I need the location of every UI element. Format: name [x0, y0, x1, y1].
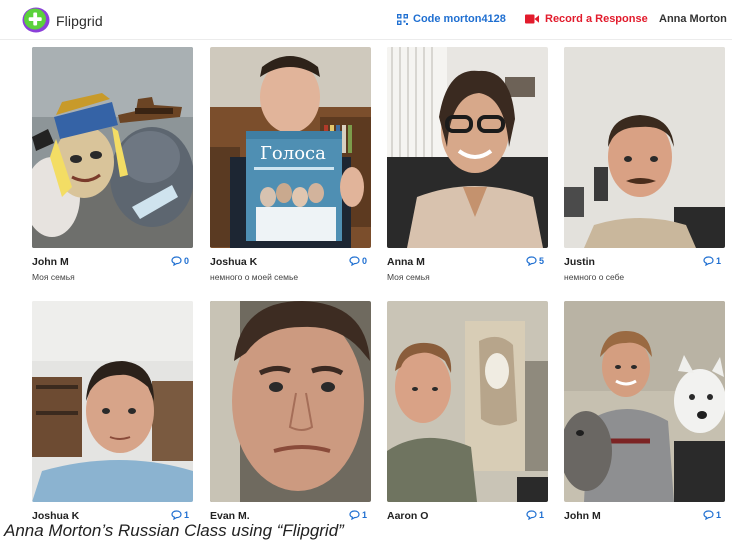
comment-count[interactable]: 1 [526, 510, 544, 520]
comment-icon [171, 256, 182, 266]
comment-count[interactable]: 0 [171, 256, 189, 266]
video-thumbnail[interactable] [387, 301, 548, 502]
flipgrid-logo-icon[interactable] [22, 7, 50, 33]
comment-count-value: 1 [715, 256, 721, 266]
comment-count-value: 1 [715, 510, 721, 520]
tile-subtitle: немного о моей семье [210, 272, 299, 282]
comment-count[interactable]: 0 [349, 256, 367, 266]
comment-count[interactable]: 1 [703, 510, 721, 520]
code-button[interactable]: Code morton4128 [397, 13, 506, 25]
comment-count-value: 5 [538, 256, 544, 266]
qr-code-icon [397, 13, 408, 25]
book-title: Голоса [260, 143, 326, 164]
video-thumbnail[interactable] [32, 301, 193, 502]
code-label: Code morton4128 [413, 13, 506, 25]
tile-name[interactable]: Justin [564, 256, 595, 268]
video-thumbnail[interactable] [387, 47, 548, 248]
tile-name[interactable]: Anna M [387, 256, 425, 268]
video-thumbnail[interactable] [564, 47, 725, 248]
caption: Anna Morton’s Russian Class using “Flipg… [4, 521, 344, 540]
record-label: Record a Response [545, 13, 648, 25]
comment-count-value: 1 [361, 510, 367, 520]
comment-icon [349, 510, 360, 520]
video-camera-icon [525, 14, 539, 24]
tile-name[interactable]: Aaron O [387, 510, 428, 522]
comment-icon [526, 510, 537, 520]
comment-count[interactable]: 1 [349, 510, 367, 520]
video-thumbnail[interactable]: Голоса [210, 47, 371, 248]
comment-icon [171, 510, 182, 520]
top-bar: Flipgrid Code morton4128 Record a Respon… [0, 0, 732, 40]
comment-icon [526, 256, 537, 266]
tile-subtitle: немного о себе [564, 272, 625, 282]
tile-subtitle: Моя семья [387, 272, 430, 282]
video-thumbnail[interactable] [564, 301, 725, 502]
video-thumbnail[interactable] [210, 301, 371, 502]
record-response-button[interactable]: Record a Response [525, 13, 648, 25]
tile-name[interactable]: Joshua K [210, 256, 257, 268]
comment-count[interactable]: 5 [526, 256, 544, 266]
comment-count-value: 0 [361, 256, 367, 266]
tile-name[interactable]: John M [32, 256, 69, 268]
comment-icon [703, 510, 714, 520]
brand-name[interactable]: Flipgrid [56, 13, 103, 29]
comment-count[interactable]: 1 [703, 256, 721, 266]
user-name: Anna Morton [659, 13, 727, 25]
comment-icon [349, 256, 360, 266]
tile-subtitle: Моя семья [32, 272, 75, 282]
user-menu[interactable]: Anna Morton [659, 13, 732, 25]
comment-count-value: 1 [538, 510, 544, 520]
comment-count-value: 0 [183, 256, 189, 266]
tile-name[interactable]: John M [564, 510, 601, 522]
comment-icon [703, 256, 714, 266]
comment-count[interactable]: 1 [171, 510, 189, 520]
video-thumbnail[interactable] [32, 47, 193, 248]
comment-count-value: 1 [183, 510, 189, 520]
